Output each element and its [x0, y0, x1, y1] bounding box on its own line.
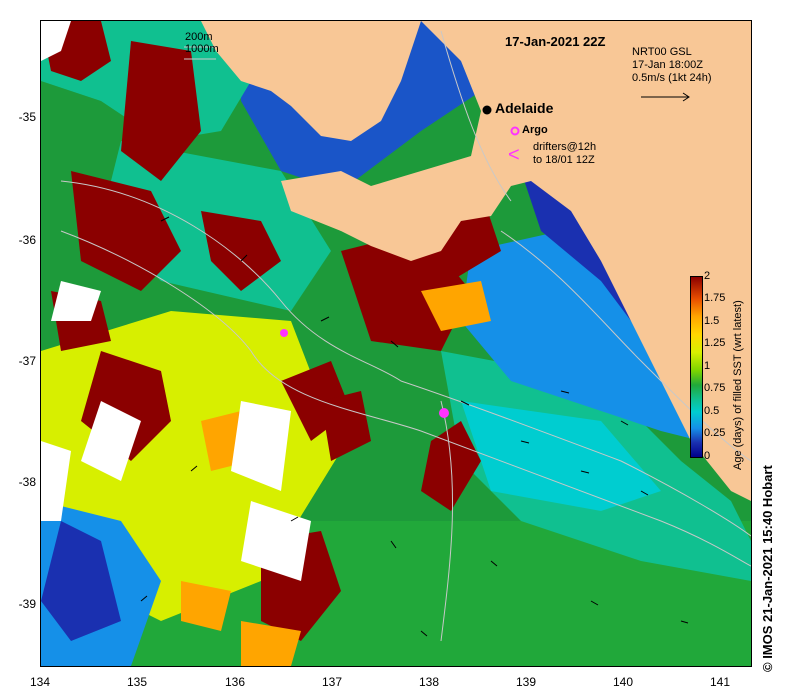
- colorbar-tick: 1.75: [704, 292, 726, 304]
- lon-tick-label: 141: [709, 675, 731, 689]
- city-label-adelaide: Adelaide: [495, 100, 554, 116]
- lat-tick-label: -37: [18, 354, 36, 368]
- drifter-legend-line2: to 18/01 12Z: [533, 154, 595, 166]
- argo-float-marker: [439, 408, 449, 418]
- colorbar-tick: 1.5: [704, 315, 720, 327]
- product-name: NRT00 GSL: [632, 46, 692, 58]
- sst-age-field: [41, 21, 751, 666]
- lon-tick-label: 136: [224, 675, 246, 689]
- sst-map: [40, 20, 752, 667]
- colorbar-tick: 0: [704, 450, 711, 462]
- argo-float-marker-2: [280, 329, 288, 337]
- colorbar-tick: 0.75: [704, 382, 726, 394]
- drifter-legend-symbol: <: [508, 144, 520, 166]
- legend-depth-1000m: 1000m: [185, 43, 219, 55]
- lat-tick-label: -36: [18, 233, 36, 247]
- colorbar-tick: 2: [704, 270, 711, 282]
- lat-tick-label: -39: [18, 597, 36, 611]
- product-time: 17-Jan 18:00Z: [632, 59, 703, 71]
- lon-tick-label: 139: [515, 675, 537, 689]
- lon-tick-label: 138: [418, 675, 440, 689]
- drifter-legend-line1: drifters@12h: [533, 141, 597, 153]
- colorbar-tick: 1.25: [704, 337, 726, 349]
- velocity-scale-label: 0.5m/s (1kt 24h): [632, 72, 712, 84]
- adelaide-marker: [482, 105, 492, 115]
- lon-tick-label: 140: [612, 675, 634, 689]
- colorbar-tick: 1: [704, 360, 711, 372]
- colorbar-title: Age (days) of filled SST (wrt latest): [732, 300, 744, 470]
- argo-legend-label: Argo: [522, 124, 548, 136]
- colorbar-tick: 0.25: [704, 427, 726, 439]
- imos-credit: © IMOS 21-Jan-2021 15:40 Hobart: [760, 465, 775, 672]
- lon-tick-label: 134: [29, 675, 51, 689]
- colorbar-tick: 0.5: [704, 405, 720, 417]
- lon-tick-label: 137: [321, 675, 343, 689]
- colorbar: [690, 276, 703, 458]
- lat-tick-label: -35: [18, 110, 36, 124]
- map-date: 17-Jan-2021 22Z: [505, 34, 606, 49]
- lat-tick-label: -38: [18, 475, 36, 489]
- lon-tick-label: 135: [126, 675, 148, 689]
